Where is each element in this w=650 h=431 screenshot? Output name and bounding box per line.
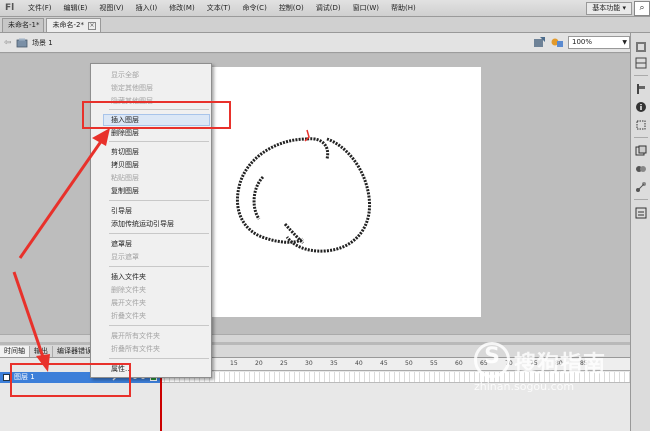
watermark: S 搜狗指南 zhinan.sogou.com xyxy=(474,342,634,398)
watermark-text: 搜狗指南 xyxy=(514,352,607,377)
watermark-url: zhinan.sogou.com xyxy=(474,380,575,393)
sogou-logo-letter: S xyxy=(484,344,500,369)
